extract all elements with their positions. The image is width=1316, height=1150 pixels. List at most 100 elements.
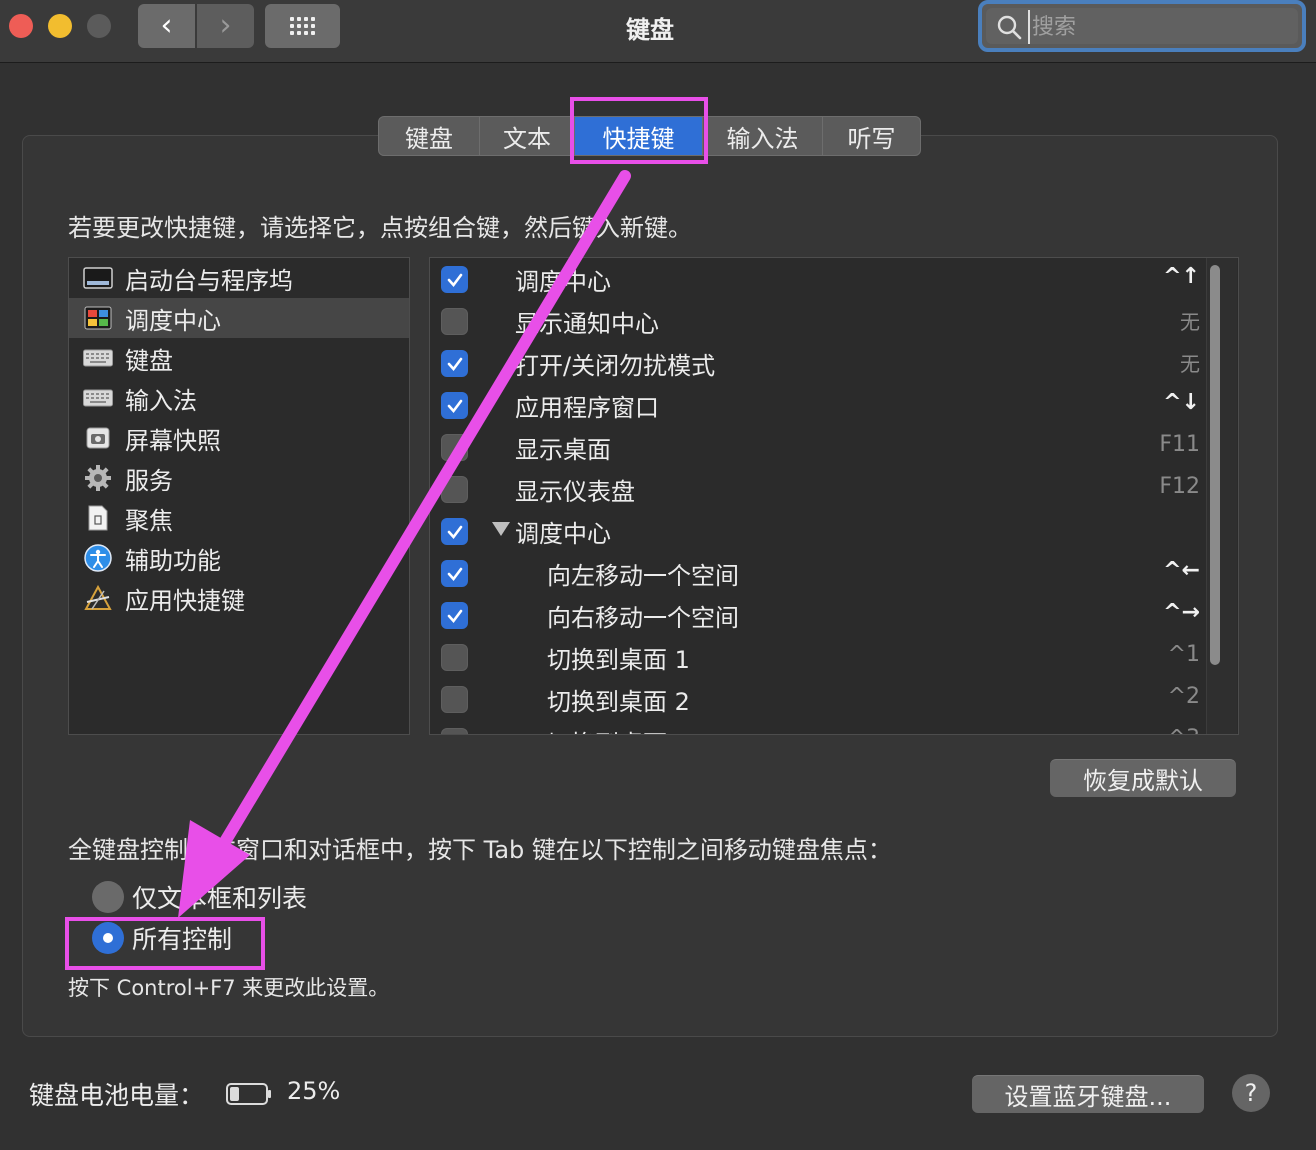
category-input-sources[interactable]: 输入法 bbox=[69, 378, 409, 418]
minimize-window-button[interactable] bbox=[48, 14, 72, 38]
checkbox-unchecked[interactable] bbox=[441, 476, 468, 503]
shortcut-group-label: 调度中心 bbox=[515, 520, 611, 548]
checkbox-unchecked[interactable] bbox=[441, 644, 468, 671]
category-accessibility[interactable]: 辅助功能 bbox=[69, 538, 409, 578]
category-app-shortcuts[interactable]: 应用快捷键 bbox=[69, 578, 409, 618]
shortcut-category-list: 启动台与程序坞 调度中心 键盘 输入法 屏幕快照 服务 聚焦 辅助功能 应用快捷… bbox=[68, 257, 410, 735]
checkmark-icon bbox=[447, 357, 462, 371]
shortcut-key[interactable]: ^→ bbox=[1163, 600, 1200, 625]
shortcut-label: 调度中心 bbox=[515, 268, 611, 296]
close-window-button[interactable] bbox=[9, 14, 33, 38]
checkbox-checked[interactable] bbox=[441, 560, 468, 587]
disclosure-triangle-icon[interactable] bbox=[492, 522, 510, 536]
battery-percent: 25% bbox=[287, 1077, 341, 1105]
search-icon bbox=[997, 15, 1022, 40]
shortcut-row[interactable]: 向右移动一个空间 ^→ bbox=[430, 594, 1210, 636]
search-input[interactable] bbox=[1028, 10, 1288, 44]
shortcut-label: 显示通知中心 bbox=[515, 310, 659, 338]
search-field[interactable] bbox=[978, 0, 1306, 52]
battery-label: 键盘电池电量： bbox=[29, 1081, 205, 1110]
shortcut-key[interactable]: ^↑ bbox=[1163, 264, 1200, 289]
navigation-buttons: ‹ › bbox=[138, 4, 254, 48]
gear-icon bbox=[83, 465, 113, 491]
radio-button-unselected[interactable] bbox=[92, 881, 124, 913]
category-spotlight[interactable]: 聚焦 bbox=[69, 498, 409, 538]
shortcut-row[interactable]: 显示仪表盘 F12 bbox=[430, 468, 1210, 510]
checkmark-icon bbox=[447, 609, 462, 623]
shortcut-key[interactable]: ^3 bbox=[1168, 726, 1200, 734]
shortcut-row[interactable]: 向左移动一个空间 ^← bbox=[430, 552, 1210, 594]
document-icon bbox=[83, 505, 113, 531]
tab-dictation[interactable]: 听写 bbox=[823, 117, 920, 155]
shortcut-key[interactable]: ^← bbox=[1163, 558, 1200, 583]
shortcut-key[interactable]: ^2 bbox=[1168, 684, 1200, 709]
shortcut-label: 切换到桌面 1 bbox=[547, 646, 690, 674]
forward-button[interactable]: › bbox=[197, 4, 254, 48]
shortcut-row[interactable]: 显示桌面 F11 bbox=[430, 426, 1210, 468]
keyboard-control-description: 全键盘控制：在窗口和对话框中，按下 Tab 键在以下控制之间移动键盘焦点： bbox=[68, 836, 892, 864]
shortcut-row[interactable]: 切换到桌面 2 ^2 bbox=[430, 678, 1210, 720]
category-mission-control[interactable]: 调度中心 bbox=[69, 298, 409, 338]
category-services[interactable]: 服务 bbox=[69, 458, 409, 498]
launchpad-icon bbox=[83, 265, 113, 291]
tab-input-sources[interactable]: 输入法 bbox=[703, 117, 823, 155]
shortcut-row[interactable]: 调度中心 ^↑ bbox=[430, 258, 1210, 300]
battery-icon bbox=[226, 1083, 271, 1105]
shortcut-label: 显示桌面 bbox=[515, 436, 611, 464]
setup-bluetooth-keyboard-button[interactable]: 设置蓝牙键盘... bbox=[972, 1075, 1204, 1113]
checkbox-checked[interactable] bbox=[441, 266, 468, 293]
shortcut-list: 调度中心 ^↑ 显示通知中心 无 打开/关闭勿扰模式 无 应用程序窗口 ^↓ 显… bbox=[429, 257, 1239, 735]
checkbox-unchecked[interactable] bbox=[441, 434, 468, 461]
shortcut-label: 切换到桌面 2 bbox=[547, 688, 690, 716]
tab-keyboard[interactable]: 键盘 bbox=[379, 117, 480, 155]
checkbox-checked[interactable] bbox=[441, 392, 468, 419]
back-button[interactable]: ‹ bbox=[138, 4, 195, 48]
shortcut-key[interactable]: ^1 bbox=[1168, 642, 1200, 667]
checkbox-unchecked[interactable] bbox=[441, 728, 468, 734]
shortcut-row[interactable]: 切换到桌面 1 ^1 bbox=[430, 636, 1210, 678]
annotation-highlight-all-controls bbox=[65, 917, 265, 970]
restore-defaults-button[interactable]: 恢复成默认 bbox=[1050, 759, 1236, 797]
help-button[interactable]: ? bbox=[1232, 1074, 1270, 1112]
shortcut-key[interactable]: 无 bbox=[1180, 306, 1200, 335]
title-bar: ‹ › 键盘 bbox=[0, 0, 1316, 63]
shortcut-label: 向左移动一个空间 bbox=[547, 562, 739, 590]
keyboard-icon bbox=[83, 385, 113, 411]
shortcut-label: 应用程序窗口 bbox=[515, 394, 659, 422]
radio-text-boxes-lists[interactable]: 仅文本框和列表 bbox=[92, 880, 307, 914]
shortcut-row[interactable]: 打开/关闭勿扰模式 无 bbox=[430, 342, 1210, 384]
checkbox-checked[interactable] bbox=[441, 602, 468, 629]
shortcut-row[interactable]: 显示通知中心 无 bbox=[430, 300, 1210, 342]
category-keyboard[interactable]: 键盘 bbox=[69, 338, 409, 378]
category-screenshots[interactable]: 屏幕快照 bbox=[69, 418, 409, 458]
checkmark-icon bbox=[447, 273, 462, 287]
shortcut-key[interactable]: F12 bbox=[1159, 474, 1200, 499]
shortcut-label: 切换到桌面 3 bbox=[547, 724, 690, 734]
checkbox-checked[interactable] bbox=[441, 350, 468, 377]
checkbox-unchecked[interactable] bbox=[441, 308, 468, 335]
checkbox-unchecked[interactable] bbox=[441, 686, 468, 713]
shortcut-group-row[interactable]: 调度中心 bbox=[430, 510, 1210, 552]
checkbox-checked[interactable] bbox=[441, 518, 468, 545]
shortcut-row[interactable]: 应用程序窗口 ^↓ bbox=[430, 384, 1210, 426]
annotation-highlight-shortcuts-tab bbox=[570, 97, 708, 164]
shortcut-row[interactable]: 切换到桌面 3 ^3 bbox=[430, 720, 1210, 734]
checkmark-icon bbox=[447, 567, 462, 581]
category-launchpad-dock[interactable]: 启动台与程序坞 bbox=[69, 258, 409, 298]
shortcut-label: 打开/关闭勿扰模式 bbox=[515, 352, 716, 380]
zoom-window-button[interactable] bbox=[87, 14, 111, 38]
shortcut-key[interactable]: F11 bbox=[1159, 432, 1200, 457]
accessibility-icon bbox=[83, 544, 113, 572]
app-shortcuts-icon bbox=[83, 585, 113, 611]
show-all-button[interactable] bbox=[265, 4, 340, 48]
chevron-right-icon: › bbox=[219, 8, 232, 43]
tab-text[interactable]: 文本 bbox=[480, 117, 575, 155]
keyboard-control-hint: 按下 Control+F7 来更改此设置。 bbox=[68, 976, 390, 1000]
shortcut-list-scrollbar[interactable] bbox=[1206, 265, 1222, 665]
shortcut-label: 显示仪表盘 bbox=[515, 478, 635, 506]
shortcut-key[interactable]: ^↓ bbox=[1163, 390, 1200, 415]
screenshot-icon bbox=[83, 425, 113, 451]
scrollbar-thumb[interactable] bbox=[1210, 265, 1220, 665]
checkmark-icon bbox=[447, 399, 462, 413]
shortcut-key[interactable]: 无 bbox=[1180, 348, 1200, 377]
